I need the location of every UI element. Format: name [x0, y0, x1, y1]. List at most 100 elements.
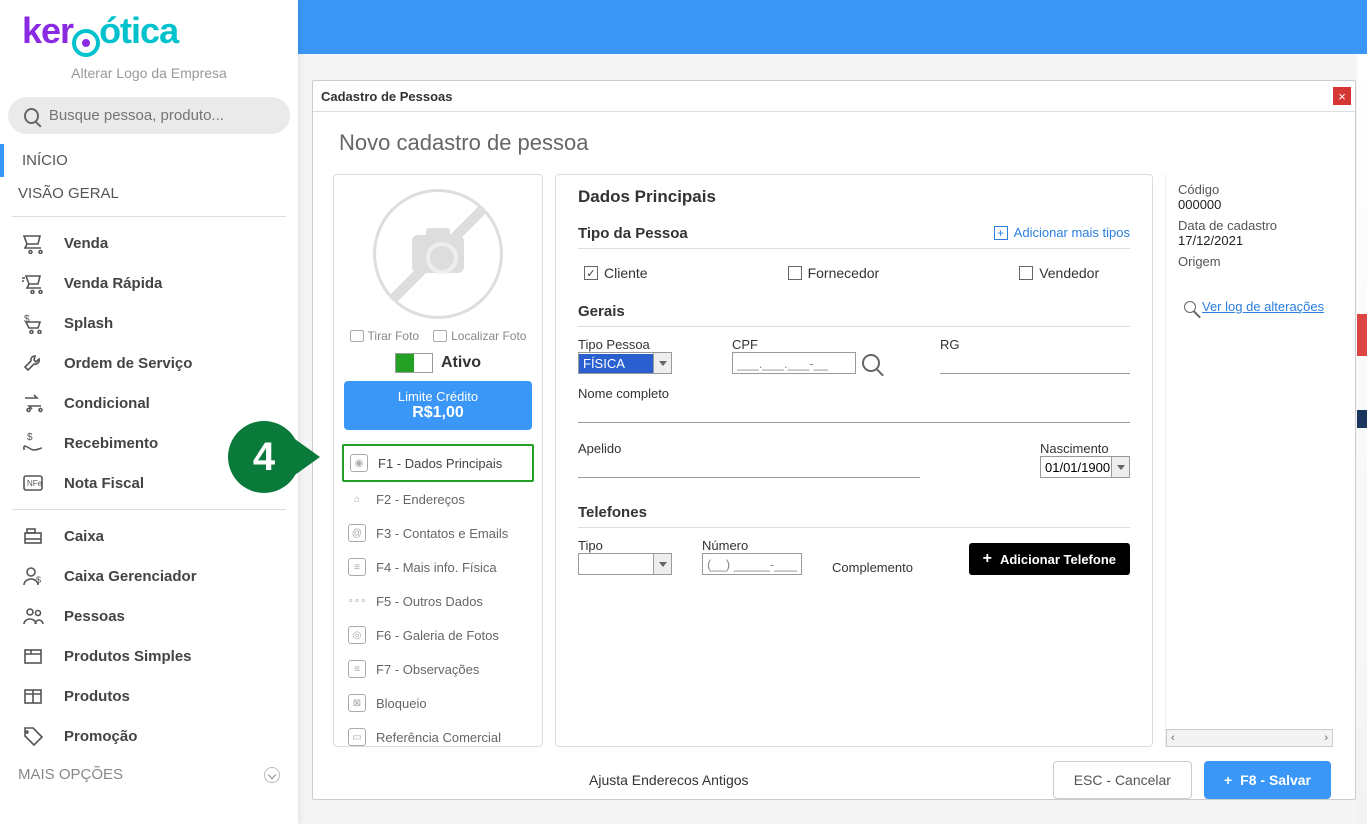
sidebar-item-label: Condicional — [64, 395, 150, 412]
localizar-foto-button[interactable]: Localizar Foto — [433, 329, 526, 343]
sidebar: kerótica Alterar Logo da Empresa INÍCIO … — [0, 0, 298, 824]
note-icon: ≡ — [348, 660, 366, 678]
image-icon — [433, 330, 447, 342]
mais-opcoes-label: MAIS OPÇÕES — [18, 766, 123, 783]
tab-bloqueio[interactable]: ⊠Bloqueio — [342, 686, 534, 720]
sidebar-item-label: Recebimento — [64, 435, 158, 452]
horizontal-scrollbar[interactable]: ‹› — [1166, 729, 1333, 747]
apelido-input[interactable] — [578, 456, 920, 478]
tab-dados-principais[interactable]: ◉F1 - Dados Principais — [342, 444, 534, 482]
hand-money-icon: $ — [20, 431, 46, 455]
sidebar-item-promocao[interactable]: Promoção — [0, 716, 298, 756]
sidebar-item-caixa-gerenciador[interactable]: $ Caixa Gerenciador — [0, 556, 298, 596]
add-more-types-link[interactable]: +Adicionar mais tipos — [994, 225, 1130, 240]
chevron-down-icon — [1111, 457, 1129, 477]
dots-icon: ∘∘∘ — [348, 592, 366, 610]
vendedor-checkbox[interactable]: Vendedor — [1019, 265, 1099, 281]
sidebar-item-caixa[interactable]: Caixa — [0, 516, 298, 556]
sidebar-item-label: Produtos — [64, 688, 130, 705]
cart-fast-icon — [20, 271, 46, 295]
tab-galeria[interactable]: ◎F6 - Galeria de Fotos — [342, 618, 534, 652]
nav-inicio[interactable]: INÍCIO — [0, 144, 298, 177]
search-input[interactable] — [49, 107, 274, 124]
tel-numero-input[interactable] — [702, 553, 802, 575]
tipo-pessoa-select[interactable]: FÍSICA — [578, 352, 672, 374]
rg-label: RG — [940, 337, 1130, 352]
tab-outros-dados[interactable]: ∘∘∘F5 - Outros Dados — [342, 584, 534, 618]
data-cadastro-label: Data de cadastro — [1178, 218, 1335, 233]
save-button[interactable]: +F8 - Salvar — [1204, 761, 1331, 799]
sidebar-item-label: Venda — [64, 235, 108, 252]
tirar-foto-button[interactable]: Tirar Foto — [350, 329, 420, 343]
nome-label: Nome completo — [578, 386, 1130, 401]
chevron-down-icon — [653, 554, 671, 574]
ajusta-enderecos-link[interactable]: Ajusta Enderecos Antigos — [589, 772, 749, 788]
topbar — [298, 0, 1367, 54]
nascimento-label: Nascimento — [1040, 441, 1130, 456]
people-icon — [20, 604, 46, 628]
cpf-search-icon[interactable] — [862, 354, 880, 372]
ativo-toggle[interactable] — [395, 353, 433, 373]
log-alteracoes-link[interactable]: Ver log de alterações — [1178, 299, 1335, 314]
nome-input[interactable] — [578, 401, 1130, 423]
sidebar-item-label: Venda Rápida — [64, 275, 162, 292]
tab-referencia[interactable]: ▭Referência Comercial — [342, 720, 534, 754]
nav-visao-geral[interactable]: VISÃO GERAL — [0, 177, 298, 210]
cancel-button[interactable]: ESC - Cancelar — [1053, 761, 1192, 799]
sidebar-item-venda-rapida[interactable]: Venda Rápida — [0, 263, 298, 303]
origem-label: Origem — [1178, 254, 1335, 269]
limite-label: Limite Crédito — [344, 389, 532, 404]
sidebar-item-label: Promoção — [64, 728, 137, 745]
tab-mais-info[interactable]: ≡F4 - Mais info. Física — [342, 550, 534, 584]
apelido-label: Apelido — [578, 441, 920, 456]
tel-tipo-select[interactable] — [578, 553, 672, 575]
add-phone-button[interactable]: +Adicionar Telefone — [969, 543, 1130, 575]
photo-placeholder[interactable] — [373, 189, 503, 319]
sidebar-item-label: Produtos Simples — [64, 648, 192, 665]
left-column: Tirar Foto Localizar Foto Ativo Limite C… — [333, 174, 543, 747]
tel-tipo-label: Tipo — [578, 538, 672, 553]
sidebar-item-venda[interactable]: Venda — [0, 223, 298, 263]
fornecedor-checkbox[interactable]: Fornecedor — [788, 265, 880, 281]
gerais-heading: Gerais — [578, 303, 1130, 320]
person-money-icon: $ — [20, 564, 46, 588]
sidebar-item-condicional[interactable]: Condicional — [0, 383, 298, 423]
plus-icon: + — [983, 550, 992, 568]
svg-text:$: $ — [27, 432, 33, 443]
sidebar-item-splash[interactable]: $ Splash — [0, 303, 298, 343]
limite-credito-button[interactable]: Limite Crédito R$1,00 — [344, 381, 532, 430]
alter-logo-link[interactable]: Alterar Logo da Empresa — [22, 65, 276, 81]
right-info-panel: Código 000000 Data de cadastro 17/12/202… — [1165, 174, 1345, 747]
camera-icon — [412, 235, 464, 273]
plus-icon: + — [994, 226, 1008, 240]
ativo-toggle-row: Ativo — [334, 353, 542, 373]
sidebar-item-pessoas[interactable]: Pessoas — [0, 596, 298, 636]
box-simple-icon — [20, 644, 46, 668]
sidebar-item-produtos[interactable]: Produtos — [0, 676, 298, 716]
cadastro-pessoas-dialog: Cadastro de Pessoas × Novo cadastro de p… — [312, 80, 1356, 800]
logo: kerótica — [22, 10, 276, 53]
rg-input[interactable] — [940, 352, 1130, 374]
sidebar-item-produtos-simples[interactable]: Produtos Simples — [0, 636, 298, 676]
wrench-icon — [20, 351, 46, 375]
tab-contatos[interactable]: @F3 - Contatos e Emails — [342, 516, 534, 550]
dialog-footer: Ajusta Enderecos Antigos ESC - Cancelar … — [557, 747, 1355, 799]
cpf-input[interactable] — [732, 352, 856, 374]
global-search[interactable] — [8, 97, 290, 134]
cliente-checkbox[interactable]: ✓Cliente — [584, 265, 648, 281]
nascimento-input[interactable]: 01/01/1900 — [1040, 456, 1130, 478]
section-title: Dados Principais — [578, 187, 1130, 207]
logo-area: kerótica Alterar Logo da Empresa — [0, 0, 298, 81]
cart-icon — [20, 231, 46, 255]
tab-enderecos[interactable]: ⌂F2 - Endereços — [342, 482, 534, 516]
close-button[interactable]: × — [1333, 87, 1351, 105]
tutorial-callout-4: 4 — [228, 421, 320, 493]
sidebar-item-ordem-servico[interactable]: Ordem de Serviço — [0, 343, 298, 383]
tipo-pessoa-heading: Tipo da Pessoa — [578, 225, 688, 242]
tab-observacoes[interactable]: ≡F7 - Observações — [342, 652, 534, 686]
tipo-pessoa-label: Tipo Pessoa — [578, 337, 672, 352]
person-icon: ◉ — [350, 454, 368, 472]
search-icon — [24, 108, 39, 124]
mais-opcoes[interactable]: MAIS OPÇÕES — [0, 756, 298, 793]
limite-value: R$1,00 — [344, 404, 532, 422]
